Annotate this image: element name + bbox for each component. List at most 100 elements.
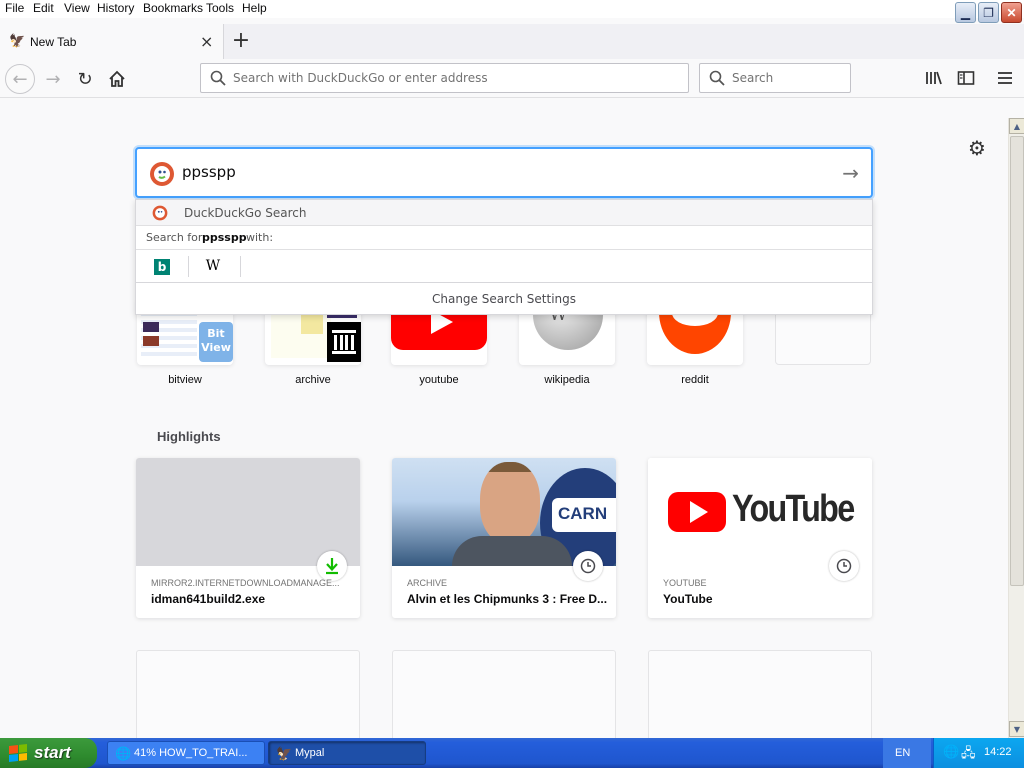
task-label: Mypal	[295, 747, 325, 759]
highlight-card[interactable]: CARN ARCHIVE Alvin et les Chipmunks 3 : …	[392, 458, 616, 618]
search-for-header: Search for ppsspp with:	[136, 226, 872, 250]
system-tray: 🌐 🖧 14:22	[933, 738, 1024, 768]
mypal-icon: 🦅	[276, 746, 293, 761]
menu-tools[interactable]: Tools	[206, 1, 234, 15]
settings-gear-icon[interactable]: ⚙	[965, 136, 989, 160]
search-submit-arrow-icon[interactable]: →	[842, 161, 859, 185]
duckduckgo-icon	[150, 162, 174, 186]
forward-arrow-icon: →	[45, 68, 61, 90]
highlight-source: YOUTUBE	[663, 578, 707, 588]
menu-bar: File Edit View History Bookmarks Tools H…	[0, 0, 1024, 23]
back-button[interactable]: ←	[5, 64, 35, 94]
restore-button[interactable]: ❐	[978, 2, 999, 23]
divider	[240, 256, 241, 277]
hamburger-menu-button[interactable]	[991, 64, 1019, 92]
highlight-placeholder	[648, 650, 872, 750]
hamburger-icon	[998, 72, 1012, 84]
top-site-label: youtube	[419, 374, 459, 386]
address-placeholder: Search with DuckDuckGo or enter address	[233, 71, 488, 85]
top-site-label: archive	[295, 374, 331, 386]
duckduckgo-icon	[152, 205, 168, 221]
sidebar-icon	[957, 71, 975, 85]
menu-file[interactable]: File	[5, 1, 24, 15]
top-site-label: wikipedia	[544, 374, 590, 386]
scroll-down-icon[interactable]: ▼	[1009, 721, 1024, 737]
clock-icon	[573, 551, 603, 581]
home-button[interactable]	[102, 64, 132, 94]
mypal-favicon-icon: 🦅	[9, 34, 26, 49]
menu-help[interactable]: Help	[242, 1, 267, 15]
highlight-source: MIRROR2.INTERNETDOWNLOADMANAGE...	[151, 578, 340, 588]
scroll-up-icon[interactable]: ▲	[1009, 118, 1024, 134]
highlight-source: ARCHIVE	[407, 578, 448, 588]
menu-history[interactable]: History	[97, 1, 134, 15]
top-site-label: reddit	[681, 374, 709, 386]
windows-taskbar: start 🌐 41% HOW_TO_TRAI... 🦅 Mypal EN 🌐 …	[0, 738, 1024, 768]
highlights-heading: Highlights	[157, 429, 221, 444]
archive-logo-icon	[327, 322, 361, 362]
highlight-title: Alvin et les Chipmunks 3 : Free D...	[407, 592, 607, 606]
network-icon[interactable]: 🌐	[943, 744, 959, 760]
bing-engine-icon[interactable]: b	[154, 259, 170, 275]
minimize-button[interactable]: ▁	[955, 2, 976, 23]
forward-button[interactable]: →	[38, 64, 68, 94]
highlight-card[interactable]: MIRROR2.INTERNETDOWNLOADMANAGE... idman6…	[136, 458, 360, 618]
highlight-thumbnail	[136, 458, 360, 566]
clock: 14:22	[984, 746, 1012, 758]
reload-button[interactable]: ↻	[70, 64, 100, 94]
address-bar[interactable]: Search with DuckDuckGo or enter address	[200, 63, 689, 93]
divider	[188, 256, 189, 277]
change-search-settings-button[interactable]: Change Search Settings	[136, 283, 872, 315]
scrollbar-thumb[interactable]	[1010, 136, 1024, 586]
back-arrow-icon: ←	[12, 68, 28, 90]
windows-flag-icon	[9, 744, 27, 762]
suggestion-label: DuckDuckGo Search	[184, 206, 307, 220]
menu-edit[interactable]: Edit	[33, 1, 54, 15]
search-bar[interactable]: Search	[699, 63, 851, 93]
page-search-input[interactable]: ppsspp →	[135, 147, 873, 198]
tab-title: New Tab	[30, 35, 77, 49]
highlight-title: idman641build2.exe	[151, 592, 266, 606]
menu-bookmarks[interactable]: Bookmarks	[143, 1, 203, 15]
task-label: 41% HOW_TO_TRAI...	[134, 747, 248, 759]
suggestion-duckduckgo-search[interactable]: DuckDuckGo Search	[136, 200, 872, 226]
download-manager-icon: 🌐	[115, 746, 132, 761]
close-window-button[interactable]: ✕	[1001, 2, 1022, 23]
wikipedia-engine-icon[interactable]: W	[198, 258, 228, 274]
highlight-card[interactable]: YouTube YOUTUBE YouTube	[648, 458, 872, 618]
tab-close-icon[interactable]: ×	[200, 32, 213, 51]
search-placeholder: Search	[732, 71, 774, 85]
sidebar-toggle-button[interactable]	[952, 64, 980, 92]
library-icon	[926, 71, 942, 85]
reload-icon: ↻	[77, 68, 93, 90]
clock-icon	[829, 551, 859, 581]
home-icon	[109, 70, 125, 87]
taskbar-task-mypal[interactable]: 🦅 Mypal	[268, 741, 426, 765]
vertical-scrollbar[interactable]: ▲ ▼	[1008, 118, 1024, 738]
download-icon	[317, 551, 347, 581]
highlight-placeholder	[136, 650, 360, 750]
new-tab-button[interactable]: +	[230, 28, 252, 54]
search-icon	[709, 70, 725, 86]
search-for-prefix: Search for	[146, 231, 203, 244]
taskbar-task-download[interactable]: 🌐 41% HOW_TO_TRAI...	[107, 741, 265, 765]
bitview-logo: Bit View	[199, 322, 233, 362]
search-suggestions-dropdown: DuckDuckGo Search Search for ppsspp with…	[135, 199, 873, 315]
youtube-wordmark: YouTube	[732, 488, 855, 530]
one-off-engines-row: b W	[136, 250, 872, 283]
tab-strip: 🦅 New Tab × +	[0, 24, 1024, 59]
start-label: start	[34, 743, 71, 762]
search-query-text: ppsspp	[182, 163, 236, 181]
start-button[interactable]: start	[0, 738, 97, 768]
highlight-title: YouTube	[663, 592, 713, 606]
connection-icon[interactable]: 🖧	[961, 744, 976, 766]
tab-new-tab[interactable]: 🦅 New Tab ×	[0, 24, 224, 59]
library-button[interactable]	[920, 64, 948, 92]
search-icon	[210, 70, 226, 86]
language-indicator[interactable]: EN	[883, 738, 931, 768]
search-for-suffix: with:	[246, 231, 274, 244]
menu-view[interactable]: View	[64, 1, 90, 15]
search-for-query: ppsspp	[202, 231, 247, 244]
navigation-toolbar: ← → ↻ Search with DuckDuckGo or enter ad…	[0, 59, 1024, 98]
highlight-thumbnail: CARN	[392, 458, 616, 566]
